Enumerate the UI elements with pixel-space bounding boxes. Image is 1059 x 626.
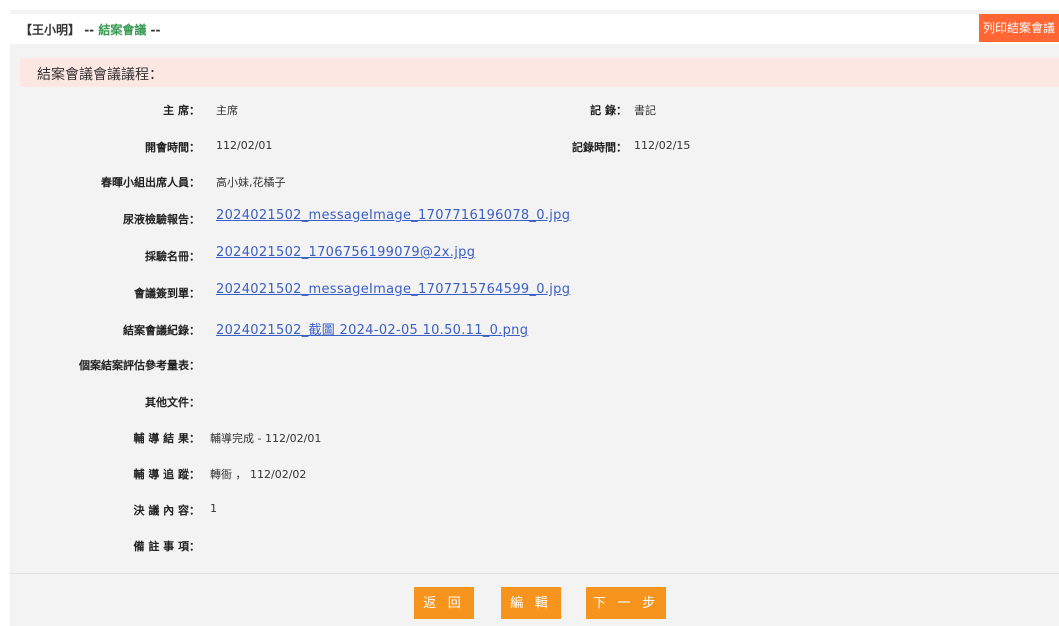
remarks-label: 備 註 事 項：	[133, 540, 201, 553]
meeting-minutes-label: 結案會議紀錄：	[123, 324, 200, 337]
resolution-label: 決 議 內 容：	[133, 504, 201, 517]
meeting-time-value: 112/02/01	[216, 139, 273, 152]
signin-sheet-file-link[interactable]: 2024021502_messageImage_1707715764599_0.…	[216, 282, 570, 297]
student-name: 【王小明】	[20, 23, 81, 37]
meeting-time-label: 開會時間：	[145, 141, 200, 154]
next-step-button[interactable]: 下 一 步	[586, 587, 666, 619]
breadcrumb: 【王小明】 -- 結案會議 --	[20, 23, 161, 37]
chair-label: 主 席：	[163, 104, 200, 117]
record-time-value: 112/02/15	[634, 139, 691, 152]
counsel-result-value: 輔導完成 - 112/02/01	[210, 432, 322, 445]
edit-button[interactable]: 編 輯	[501, 587, 561, 619]
header-bar: 【王小明】 -- 結案會議 -- 列印結案會議	[10, 14, 1059, 44]
recorder-label: 記 錄：	[590, 104, 627, 117]
sample-list-label: 採驗名冊：	[145, 250, 200, 263]
page-title: 結案會議	[98, 23, 147, 37]
section-title: 結案會議會議議程：	[20, 58, 1059, 87]
counsel-tracking-value: 轉衙 ， 112/02/02	[210, 468, 307, 481]
sample-list-file-link[interactable]: 2024021502_1706756199079@2x.jpg	[216, 245, 475, 260]
other-documents-label: 其他文件：	[145, 396, 200, 409]
footer-divider	[10, 573, 1059, 574]
signin-sheet-label: 會議簽到單：	[134, 287, 200, 300]
counsel-result-label: 輔 導 結 果：	[133, 432, 201, 445]
attendees-label: 春暉小組出席人員：	[101, 176, 200, 189]
back-button[interactable]: 返 回	[414, 587, 474, 619]
record-time-label: 記錄時間：	[572, 141, 627, 154]
meeting-minutes-file-link[interactable]: 2024021502_截圖 2024-02-05 10.50.11_0.png	[216, 319, 528, 338]
chair-value: 主席	[216, 104, 238, 117]
resolution-value: 1	[210, 502, 217, 515]
urine-report-label: 尿液檢驗報告：	[123, 213, 200, 226]
counsel-tracking-label: 輔 導 追 蹤：	[133, 468, 201, 481]
attendees-value: 高小妹,花橘子	[216, 176, 286, 189]
urine-report-file-link[interactable]: 2024021502_messageImage_1707716196078_0.…	[216, 208, 570, 223]
recorder-value: 書記	[634, 104, 656, 117]
print-closing-meeting-button[interactable]: 列印結案會議	[979, 14, 1059, 42]
assessment-scale-label: 個案結案評估參考量表：	[79, 359, 200, 372]
